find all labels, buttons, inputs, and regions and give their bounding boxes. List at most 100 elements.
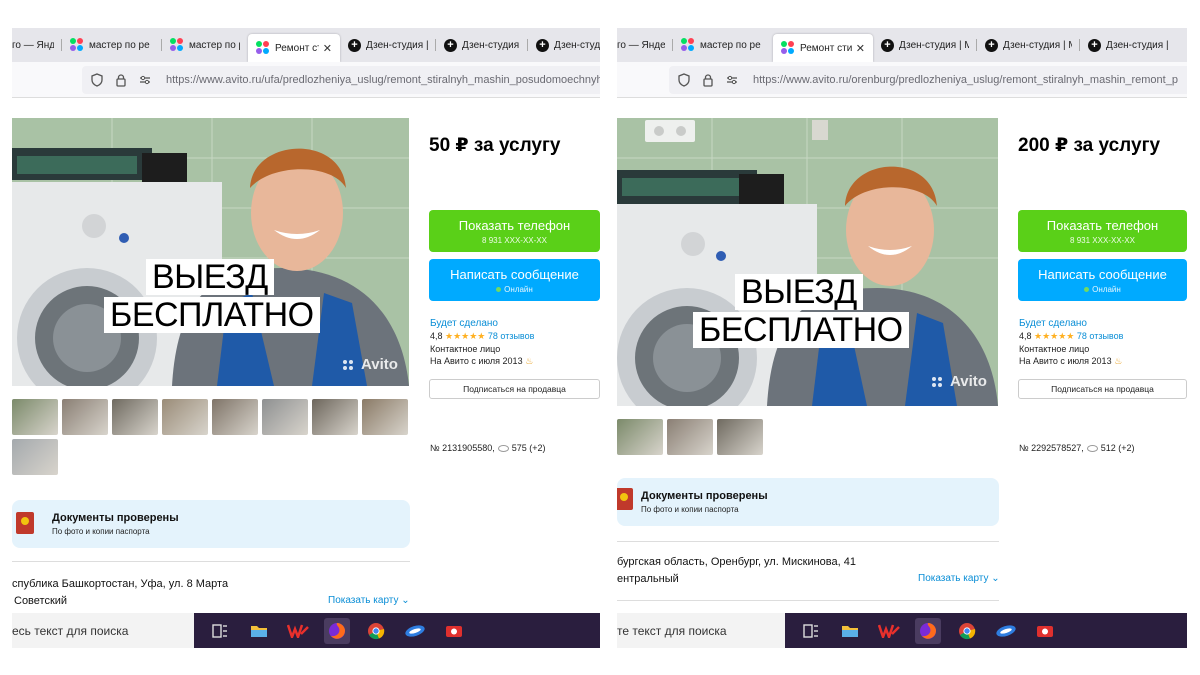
show-phone-button[interactable]: Показать телефон 8 931 XXX-XX-XX bbox=[1018, 210, 1187, 252]
documents-verified-card: Документы проверены По фото и копии пасп… bbox=[12, 500, 410, 548]
fire-badge-icon: ♨ bbox=[1114, 356, 1123, 366]
close-tab-icon[interactable]: ✕ bbox=[856, 42, 865, 55]
task-view-icon[interactable] bbox=[207, 618, 233, 644]
divider bbox=[12, 561, 410, 562]
tab[interactable]: +Дзен-студия | М bbox=[873, 31, 977, 59]
task-view-icon[interactable] bbox=[798, 618, 824, 644]
ad-stats: № 2131905580, 575 (+2) bbox=[430, 443, 546, 453]
seller-name-link[interactable]: Будет сделано bbox=[1019, 318, 1123, 329]
close-tab-icon[interactable]: ✕ bbox=[323, 42, 332, 55]
browser-window-right: го — Яндекс мастер по ре Ремонт стир✕ +Д… bbox=[617, 28, 1187, 648]
firefox-icon[interactable] bbox=[324, 617, 350, 644]
navigation-bar: https://www.avito.ru/orenburg/predlozhen… bbox=[617, 62, 1187, 98]
taskbar-search-input[interactable]: есь текст для поиска bbox=[12, 613, 194, 648]
tab-bar: го — Яндекс мастер по ре Ремонт стир✕ +Д… bbox=[617, 28, 1187, 62]
firefox-icon[interactable] bbox=[915, 617, 941, 644]
chrome-icon[interactable] bbox=[954, 618, 980, 644]
wps-office-icon[interactable] bbox=[876, 618, 902, 644]
photo-thumbnail[interactable] bbox=[62, 399, 108, 435]
eye-icon bbox=[1086, 445, 1098, 453]
rating-stars-icon: ★★★★★ bbox=[445, 331, 486, 341]
tab[interactable]: + Дзен-студия | bbox=[340, 31, 436, 59]
show-phone-button[interactable]: Показать телефон 8 931 XXX-XX-XX bbox=[429, 210, 600, 252]
photo-thumbnail[interactable] bbox=[12, 439, 58, 475]
seller-name-link[interactable]: Будет сделано bbox=[430, 318, 534, 329]
tab[interactable]: мастер по ре bbox=[673, 31, 773, 59]
reviews-link[interactable]: 78 отзывов bbox=[488, 331, 535, 341]
yandex-services-icon bbox=[170, 38, 184, 52]
url-text: https://www.avito.ru/orenburg/predlozhen… bbox=[753, 74, 1178, 86]
tab[interactable]: +Дзен-студия | М bbox=[1080, 31, 1180, 59]
technician-photo bbox=[12, 118, 409, 386]
tab[interactable]: + Дзен-студия bbox=[436, 31, 528, 59]
show-map-link[interactable]: Показать карту ⌄ bbox=[328, 595, 410, 606]
tab-active[interactable]: Ремонт сти✕ bbox=[248, 34, 340, 62]
write-message-button[interactable]: Написать сообщение Онлайн bbox=[429, 259, 600, 301]
tab[interactable]: го — Яндекс bbox=[617, 31, 673, 59]
browser-window-left: го — Яндек мастер по ре мастер по ре Рем… bbox=[12, 28, 600, 648]
photo-thumbnail[interactable] bbox=[717, 419, 763, 455]
file-explorer-icon[interactable] bbox=[837, 618, 863, 644]
wps-office-icon[interactable] bbox=[285, 618, 311, 644]
tab-active[interactable]: Ремонт стир✕ bbox=[773, 34, 873, 62]
avito-watermark: Avito bbox=[342, 356, 398, 373]
documents-verified-card: Документы проверены По фото и копии пасп… bbox=[617, 478, 999, 526]
screen-recorder-icon[interactable] bbox=[441, 618, 467, 644]
photo-thumbnail[interactable] bbox=[112, 399, 158, 435]
address-bar[interactable]: https://www.avito.ru/ufa/predlozheniya_u… bbox=[82, 66, 600, 94]
permissions-icon[interactable] bbox=[725, 73, 739, 87]
photo-thumbnail[interactable] bbox=[212, 399, 258, 435]
tab[interactable]: мастер по ре bbox=[62, 31, 162, 59]
tab[interactable]: го — Яндек bbox=[12, 31, 62, 59]
reviews-link[interactable]: 78 отзывов bbox=[1077, 331, 1124, 341]
fire-badge-icon: ♨ bbox=[525, 356, 534, 366]
chrome-icon[interactable] bbox=[363, 618, 389, 644]
photo-thumbnail[interactable] bbox=[12, 399, 58, 435]
address: бургская область, Оренбург, ул. Мискинов… bbox=[617, 556, 856, 568]
online-indicator-icon bbox=[496, 286, 502, 292]
seller-info: Будет сделано 4,8 ★★★★★ 78 отзывов Конта… bbox=[430, 318, 535, 366]
zen-icon: + bbox=[1088, 38, 1101, 52]
subscribe-seller-button[interactable]: Подписаться на продавца bbox=[1018, 379, 1187, 399]
taskbar: те текст для поиска bbox=[617, 613, 1187, 648]
photo-thumbnail[interactable] bbox=[362, 399, 408, 435]
address-bar[interactable]: https://www.avito.ru/orenburg/predlozhen… bbox=[669, 66, 1187, 94]
lock-icon[interactable] bbox=[114, 73, 128, 87]
photo-thumbnail[interactable] bbox=[162, 399, 208, 435]
permissions-icon[interactable] bbox=[138, 73, 152, 87]
photo-thumbnail[interactable] bbox=[312, 399, 358, 435]
shield-icon[interactable] bbox=[90, 73, 104, 87]
screen-recorder-icon[interactable] bbox=[1032, 618, 1058, 644]
app-icon[interactable] bbox=[993, 618, 1019, 644]
photo-thumbnail[interactable] bbox=[617, 419, 663, 455]
tab[interactable]: мастер по ре bbox=[162, 31, 248, 59]
zen-icon: + bbox=[985, 38, 998, 52]
tab[interactable]: +Дзен-студи bbox=[528, 31, 600, 59]
photo-thumbnail[interactable] bbox=[262, 399, 308, 435]
yandex-services-icon bbox=[70, 38, 84, 52]
file-explorer-icon[interactable] bbox=[246, 618, 272, 644]
online-indicator-icon bbox=[1084, 286, 1090, 292]
taskbar-search-input[interactable]: те текст для поиска bbox=[617, 613, 785, 648]
subscribe-seller-button[interactable]: Подписаться на продавца bbox=[429, 379, 600, 399]
zen-icon: + bbox=[881, 38, 894, 52]
rating-stars-icon: ★★★★★ bbox=[1034, 331, 1075, 341]
shield-icon[interactable] bbox=[677, 73, 691, 87]
thumbnail-strip bbox=[12, 399, 409, 475]
lock-icon[interactable] bbox=[701, 73, 715, 87]
overlay-text: БЕСПЛАТНО bbox=[104, 297, 320, 333]
app-icon[interactable] bbox=[402, 618, 428, 644]
overlay-text: БЕСПЛАТНО bbox=[693, 312, 909, 348]
tab[interactable]: +Дзен-студия | М bbox=[977, 31, 1080, 59]
zen-icon: + bbox=[444, 38, 457, 52]
chevron-down-icon: ⌄ bbox=[991, 573, 1000, 584]
taskbar: есь текст для поиска bbox=[12, 613, 600, 648]
photo-thumbnail[interactable] bbox=[667, 419, 713, 455]
yandex-services-icon bbox=[781, 41, 795, 55]
district: Советский bbox=[14, 595, 68, 607]
tab-bar: го — Яндек мастер по ре мастер по ре Рем… bbox=[12, 28, 600, 62]
listing-main-photo[interactable]: ВЫЕЗД БЕСПЛАТНО Avito bbox=[617, 118, 998, 406]
listing-main-photo[interactable]: ВЫЕЗД БЕСПЛАТНО Avito bbox=[12, 118, 409, 386]
write-message-button[interactable]: Написать сообщение Онлайн bbox=[1018, 259, 1187, 301]
show-map-link[interactable]: Показать карту ⌄ bbox=[918, 573, 1000, 584]
